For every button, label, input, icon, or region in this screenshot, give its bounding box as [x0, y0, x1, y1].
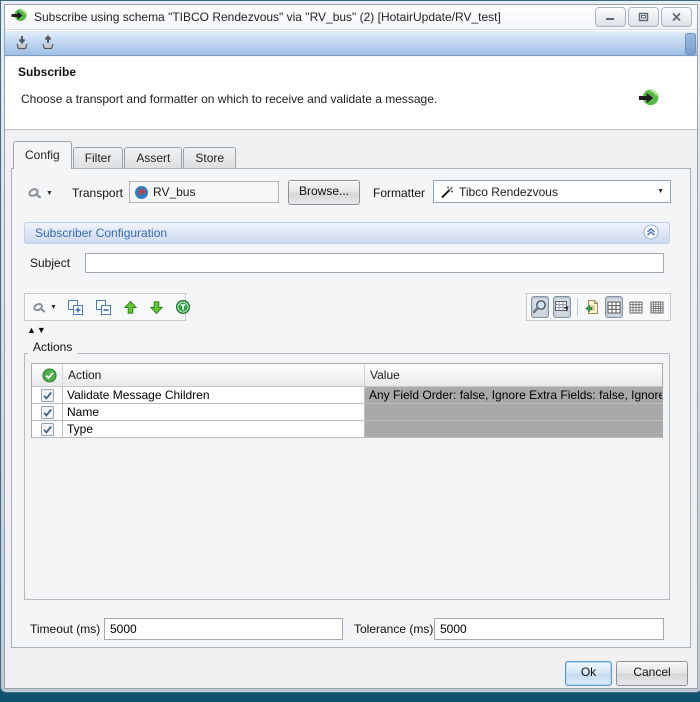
- page-title: Subscribe: [18, 65, 77, 79]
- row-checkbox[interactable]: [32, 421, 63, 437]
- move-down-icon[interactable]: [148, 296, 165, 318]
- formatter-select[interactable]: Tibco Rendezvous ▼: [433, 180, 671, 203]
- timeout-label: Timeout (ms): [30, 622, 101, 636]
- subject-input[interactable]: [85, 253, 664, 273]
- actions-toolbar: ▼: [24, 293, 190, 321]
- transport-label: Transport: [72, 186, 123, 200]
- checkbox-checked-icon: [40, 422, 54, 436]
- table-row[interactable]: Validate Message Children Any Field Orde…: [32, 387, 662, 404]
- subscribe-step-icon: [637, 87, 659, 112]
- action-cell[interactable]: Name: [63, 404, 365, 420]
- app-icon: [10, 7, 27, 27]
- chevron-down-icon: ▼: [50, 303, 57, 311]
- formatter-label: Formatter: [373, 186, 426, 200]
- preview-toggle-button[interactable]: [531, 296, 549, 318]
- tab-filter[interactable]: Filter: [72, 147, 124, 169]
- transport-value: RV_bus: [153, 185, 196, 199]
- transform-icon[interactable]: [174, 296, 192, 318]
- copy-add-icon[interactable]: [66, 296, 85, 318]
- grid-dense-icon[interactable]: [605, 296, 623, 318]
- top-toolbar: [5, 30, 697, 56]
- table-row[interactable]: Name: [32, 404, 662, 421]
- action-column-header[interactable]: Action: [63, 364, 365, 386]
- config-panel: ▼ Transport RV_bus Browse... Formatter T…: [11, 168, 691, 648]
- formatter-value: Tibco Rendezvous: [459, 184, 558, 199]
- transport-field[interactable]: RV_bus: [129, 181, 279, 203]
- actions-group-label: Actions: [28, 340, 78, 354]
- chevron-down-icon: ▼: [46, 189, 53, 197]
- subject-label: Subject: [30, 256, 71, 270]
- row-checkbox[interactable]: [32, 404, 63, 420]
- table-header: Action Value: [32, 364, 662, 387]
- timeout-input[interactable]: [104, 618, 343, 640]
- row-checkbox[interactable]: [32, 387, 63, 403]
- value-cell[interactable]: Any Field Order: false, Ignore Extra Fie…: [365, 387, 662, 403]
- check-circle-icon: [42, 367, 57, 383]
- toolbar-separator: [577, 298, 578, 316]
- wand-icon: [441, 185, 454, 198]
- checkbox-checked-icon: [40, 388, 54, 402]
- titlebar: Subscribe using schema "TIBCO Rendezvous…: [5, 5, 697, 30]
- wrench-icon: [28, 188, 42, 199]
- subscriber-configuration-header[interactable]: Subscriber Configuration: [24, 222, 670, 244]
- tab-assert[interactable]: Assert: [124, 147, 183, 169]
- table-row[interactable]: Type: [32, 421, 662, 438]
- tab-strip: Config Filter Assert Store: [13, 141, 237, 169]
- table-body: Validate Message Children Any Field Orde…: [32, 387, 662, 438]
- minimize-button[interactable]: [595, 7, 626, 27]
- subscribe-dialog: Subscribe using schema "TIBCO Rendezvous…: [4, 4, 698, 689]
- value-column-header[interactable]: Value: [365, 364, 662, 386]
- tab-store[interactable]: Store: [183, 147, 237, 169]
- chevron-down-icon: ▼: [657, 188, 664, 195]
- checkbox-checked-icon: [40, 405, 54, 419]
- value-cell[interactable]: [365, 421, 662, 437]
- page-description: Choose a transport and formatter on whic…: [21, 92, 438, 106]
- tolerance-input[interactable]: [434, 618, 664, 640]
- transport-tools-dropdown[interactable]: ▼: [27, 185, 53, 201]
- collapse-section-button[interactable]: [643, 224, 659, 243]
- document-icon[interactable]: [584, 296, 602, 318]
- action-cell[interactable]: Validate Message Children: [63, 387, 365, 403]
- magnifier-icon: [532, 300, 546, 314]
- cancel-button[interactable]: Cancel: [616, 661, 688, 686]
- browse-button[interactable]: Browse...: [288, 180, 360, 205]
- rendezvous-transport-icon: [135, 185, 148, 199]
- copy-remove-icon[interactable]: [94, 296, 113, 318]
- tab-config[interactable]: Config: [13, 141, 72, 169]
- tolerance-label: Tolerance (ms): [354, 622, 434, 636]
- window-frame: Subscribe using schema "TIBCO Rendezvous…: [0, 0, 700, 693]
- window-title: Subscribe using schema "TIBCO Rendezvous…: [34, 10, 501, 24]
- sort-toggle-icons[interactable]: ▲▼: [27, 325, 47, 335]
- maximize-button[interactable]: [628, 7, 659, 27]
- view-toolbar: [526, 293, 671, 321]
- import-icon[interactable]: [13, 34, 31, 52]
- action-cell[interactable]: Type: [63, 421, 365, 437]
- toolbar-endcap: [685, 33, 696, 55]
- close-button[interactable]: [661, 7, 692, 27]
- value-cell[interactable]: [365, 404, 662, 420]
- grid-small-icon[interactable]: [648, 296, 666, 318]
- enabled-column-header[interactable]: [32, 364, 63, 386]
- export-icon[interactable]: [39, 34, 57, 52]
- wrench-icon: [33, 302, 46, 312]
- grid-medium-icon[interactable]: [627, 296, 645, 318]
- table-select-icon: [555, 301, 569, 312]
- ok-button[interactable]: Ok: [565, 661, 612, 686]
- field-selector-button[interactable]: [553, 296, 571, 318]
- wizard-header: Subscribe Choose a transport and formatt…: [5, 57, 697, 130]
- section-title: Subscriber Configuration: [35, 226, 168, 240]
- move-up-icon[interactable]: [122, 296, 139, 318]
- actions-table: Action Value Validate Message Children A…: [31, 363, 663, 438]
- actions-tools-dropdown[interactable]: ▼: [32, 300, 57, 315]
